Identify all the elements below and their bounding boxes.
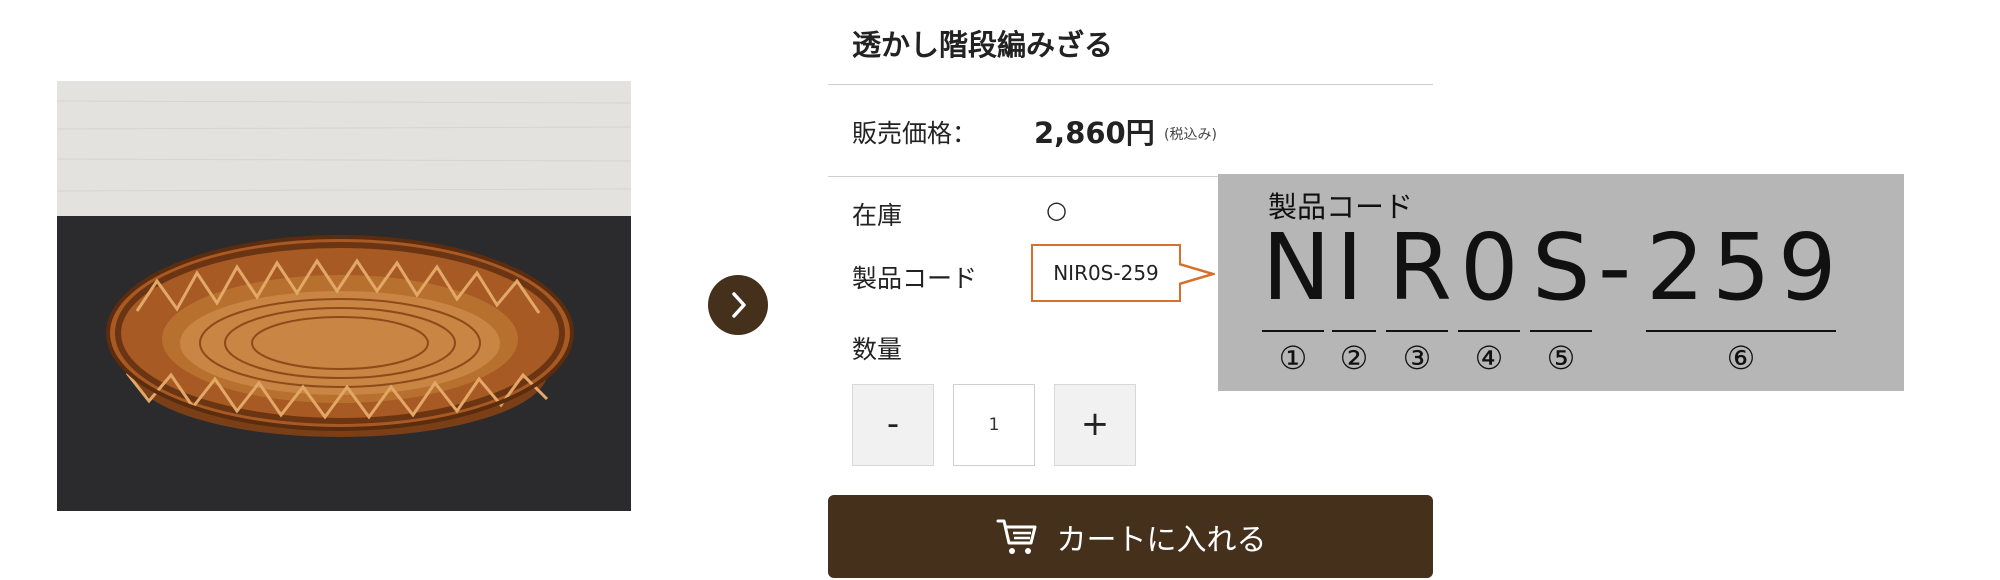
next-arrow-button[interactable] [708,275,768,335]
code-character: S [1532,214,1591,321]
stock-label: 在庫 [852,201,903,230]
code-segment-marker: ④ [1474,339,1504,377]
code-segment-marker: ③ [1402,339,1432,377]
code-segment-underline [1262,330,1324,332]
code-segment-underline [1386,330,1448,332]
chevron-right-icon [732,292,746,318]
code-segment-underline [1332,330,1376,332]
quantity-input[interactable] [953,384,1035,466]
add-to-cart-button[interactable]: カートに入れる [828,495,1433,578]
product-code-label: 製品コード [852,264,978,293]
price-value: 2,860円 [1034,116,1155,150]
quantity-increase-button[interactable]: + [1054,384,1136,466]
code-character: 9 [1778,214,1837,321]
product-image [57,81,631,511]
product-title: 透かし階段編みざる [852,28,1114,62]
price-label: 販売価格： [852,119,978,148]
add-to-cart-label: カートに入れる [1056,522,1267,558]
code-segment-underline [1530,330,1592,332]
code-character: I [1336,214,1364,321]
product-code-value: NIR0S-259 [1031,244,1181,302]
divider [828,84,1433,85]
code-character: - [1598,214,1632,321]
code-character: R [1388,214,1452,321]
code-segment-underline [1646,330,1836,332]
code-segment-marker: ⑤ [1546,339,1576,377]
quantity-label: 数量 [852,335,903,364]
code-character: 2 [1646,214,1705,321]
code-character: N [1262,214,1331,321]
code-segment-marker: ② [1339,339,1369,377]
code-segment-marker: ① [1278,339,1308,377]
stock-status: ○ [1046,196,1067,224]
code-segment-underline [1458,330,1520,332]
code-character: 0 [1460,214,1519,321]
code-segment-marker: ⑥ [1726,339,1756,377]
tax-note: (税込み) [1164,127,1217,143]
cart-icon [996,519,1036,554]
code-character: 5 [1712,214,1771,321]
callout-pointer-icon [1179,262,1215,286]
quantity-decrease-button[interactable]: - [852,384,934,466]
